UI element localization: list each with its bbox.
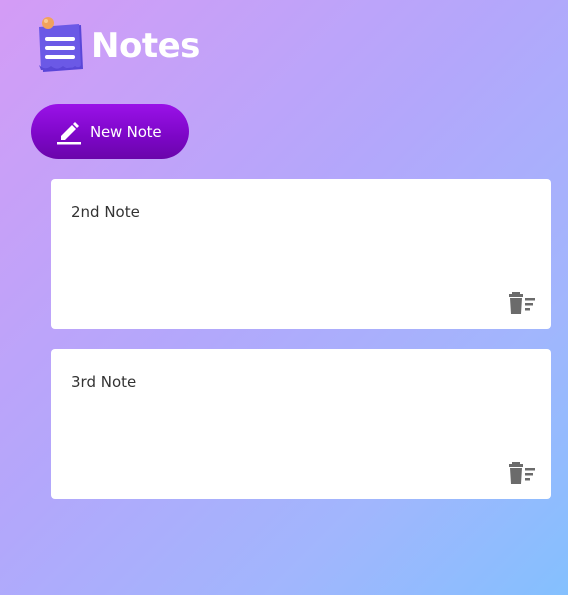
new-note-label: New Note: [90, 122, 162, 141]
app-header: Notes: [35, 14, 200, 76]
note-card[interactable]: 2nd Note: [51, 179, 551, 329]
trash-icon[interactable]: [509, 461, 537, 485]
note-text[interactable]: 3rd Note: [71, 373, 136, 391]
page-title: Notes: [91, 26, 200, 66]
pencil-icon: [56, 119, 82, 145]
trash-icon[interactable]: [509, 291, 537, 315]
notepad-icon: [35, 15, 87, 75]
note-card[interactable]: 3rd Note: [51, 349, 551, 499]
notes-list: 2nd Note 3rd Note: [51, 179, 551, 519]
note-text[interactable]: 2nd Note: [71, 203, 140, 221]
new-note-button[interactable]: New Note: [31, 104, 189, 159]
